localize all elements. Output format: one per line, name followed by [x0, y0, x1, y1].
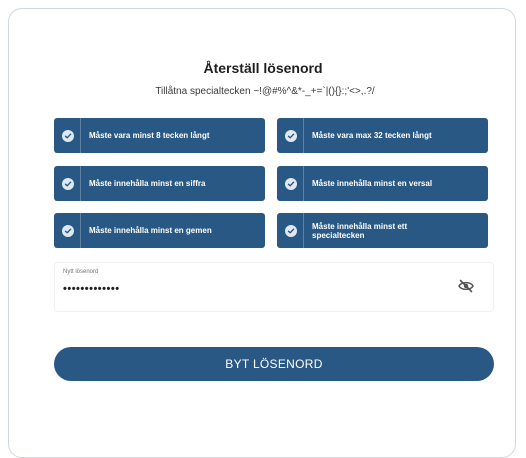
rule-divider [80, 118, 81, 153]
check-icon [62, 224, 74, 237]
rule-digit: Måste innehålla minst en siffra [54, 166, 265, 201]
change-password-button[interactable]: BYT LÖSENORD [54, 347, 494, 381]
rule-divider [303, 213, 304, 248]
new-password-label: Nytt lösenord [63, 269, 99, 275]
rule-label: Måste innehålla minst en siffra [89, 179, 206, 188]
rule-label: Måste vara max 32 tecken långt [312, 131, 432, 140]
rule-label: Måste innehålla minst ett specialtecken [312, 221, 408, 240]
rule-min-length: Måste vara minst 8 tecken långt [54, 118, 265, 153]
eye-slash-icon[interactable] [457, 279, 475, 293]
rule-divider [303, 118, 304, 153]
check-icon [285, 177, 297, 190]
check-icon [62, 177, 74, 190]
rule-label: Måste innehålla minst en gemen [89, 226, 212, 235]
rule-divider [80, 213, 81, 248]
check-icon [62, 129, 74, 142]
rule-label: Måste innehålla minst en versal [312, 179, 433, 188]
check-icon [285, 224, 297, 237]
rule-max-length: Måste vara max 32 tecken långt [277, 118, 488, 153]
check-icon [285, 129, 297, 142]
page-title: Återställ lösenord [203, 60, 323, 76]
allowed-special-chars: Tillåtna specialtecken ~!@#%^&*-_+=`|(){… [155, 86, 375, 97]
rule-divider [303, 166, 304, 201]
new-password-field: Nytt lösenord [54, 262, 494, 312]
new-password-input[interactable] [61, 281, 445, 297]
rule-lowercase: Måste innehålla minst en gemen [54, 213, 265, 248]
rule-label: Måste vara minst 8 tecken långt [89, 131, 210, 140]
rule-divider [80, 166, 81, 201]
rule-special-char: Måste innehålla minst ett specialtecken [277, 213, 488, 248]
rule-uppercase: Måste innehålla minst en versal [277, 166, 488, 201]
